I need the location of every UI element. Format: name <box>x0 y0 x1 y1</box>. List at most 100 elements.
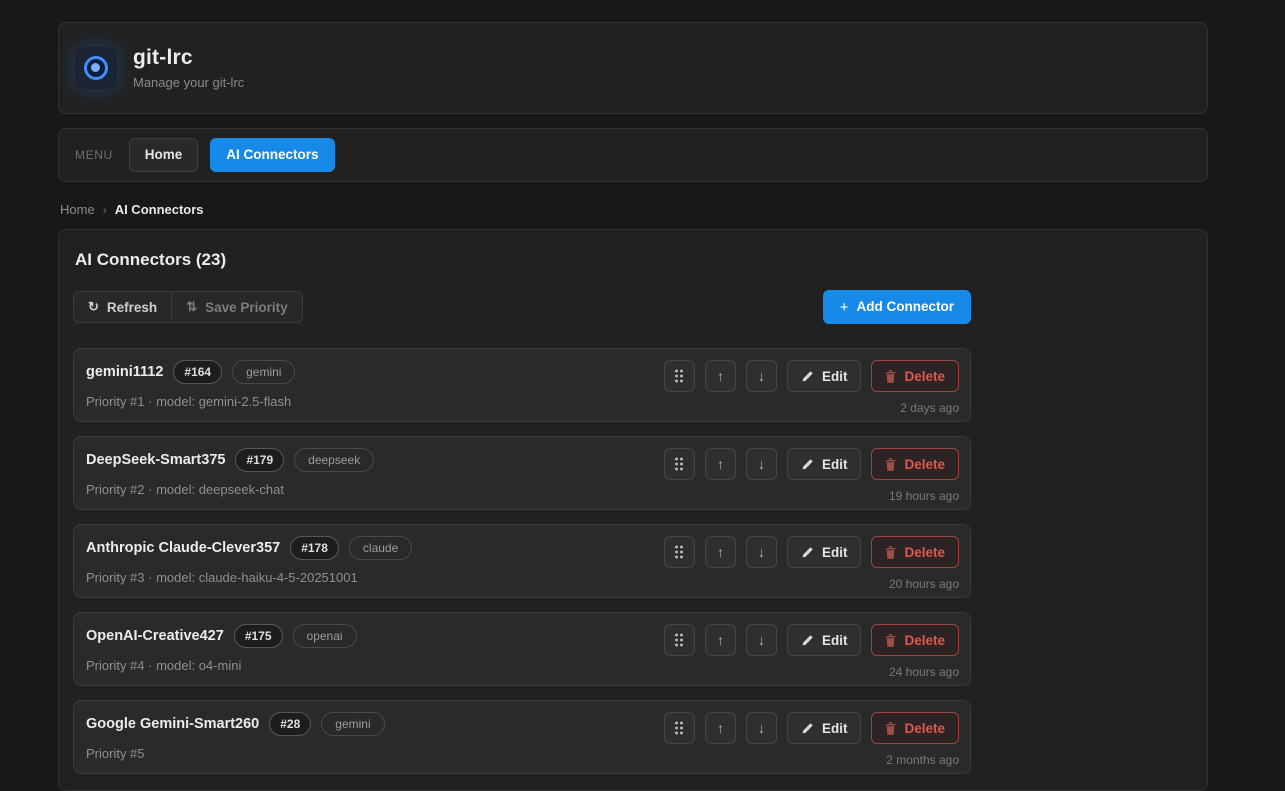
edit-button-label: Edit <box>822 369 848 384</box>
logo-dot <box>91 63 100 72</box>
connector-updated-time: 19 hours ago <box>889 489 959 503</box>
move-up-button[interactable]: ↑ <box>705 536 736 568</box>
breadcrumb-separator-icon: › <box>103 203 107 217</box>
drag-handle[interactable] <box>664 360 695 392</box>
move-up-button[interactable]: ↑ <box>705 712 736 744</box>
connector-actions: ↑ ↓ Edit <box>664 624 959 656</box>
connector-id-badge: #178 <box>290 536 339 560</box>
connector-tag-badge: deepseek <box>294 448 374 472</box>
sort-arrows-icon: ⇅ <box>186 299 197 315</box>
breadcrumb-current: AI Connectors <box>115 202 204 217</box>
drag-dots-icon <box>674 633 684 647</box>
move-down-button[interactable]: ↓ <box>746 712 777 744</box>
connector-title-line: gemini1112 #164 gemini <box>86 360 295 384</box>
refresh-icon: ↻ <box>88 299 99 315</box>
connector-updated-time: 20 hours ago <box>889 577 959 591</box>
drag-handle[interactable] <box>664 712 695 744</box>
edit-button[interactable]: Edit <box>787 448 862 480</box>
edit-button[interactable]: Edit <box>787 360 862 392</box>
trash-icon <box>885 458 896 471</box>
pencil-icon <box>801 722 814 735</box>
add-connector-button-label: Add Connector <box>857 300 955 314</box>
connector-actions-column: ↑ ↓ Edit <box>664 624 959 685</box>
nav-tab-ai-connectors[interactable]: AI Connectors <box>210 138 334 172</box>
connector-tag-badge: gemini <box>321 712 384 736</box>
connector-list: gemini1112 #164 gemini Priority #1 · mod… <box>73 348 971 774</box>
move-down-button[interactable]: ↓ <box>746 624 777 656</box>
connector-title-line: Anthropic Claude-Clever357 #178 claude <box>86 536 412 560</box>
delete-button[interactable]: Delete <box>871 536 959 568</box>
nav-tab-home[interactable]: Home <box>129 138 199 172</box>
connector-row: gemini1112 #164 gemini Priority #1 · mod… <box>73 348 971 422</box>
delete-button[interactable]: Delete <box>871 448 959 480</box>
connector-name: DeepSeek-Smart375 <box>86 452 225 468</box>
move-up-button[interactable]: ↑ <box>705 624 736 656</box>
connector-actions: ↑ ↓ Edit <box>664 536 959 568</box>
connector-info: Anthropic Claude-Clever357 #178 claude P… <box>86 536 412 597</box>
move-down-button[interactable]: ↓ <box>746 448 777 480</box>
connector-updated-time: 24 hours ago <box>889 665 959 679</box>
connector-meta: Priority #5 <box>86 746 385 761</box>
connector-actions-column: ↑ ↓ Edit <box>664 360 959 421</box>
trash-icon <box>885 370 896 383</box>
delete-button-label: Delete <box>904 721 945 736</box>
drag-handle[interactable] <box>664 536 695 568</box>
toolbar-button-group: ↻ Refresh ⇅ Save Priority <box>73 291 303 323</box>
edit-button[interactable]: Edit <box>787 624 862 656</box>
panel-content: ↻ Refresh ⇅ Save Priority + Add Connecto… <box>73 290 971 774</box>
connector-id-badge: #179 <box>235 448 284 472</box>
move-down-button[interactable]: ↓ <box>746 360 777 392</box>
pencil-icon <box>801 458 814 471</box>
page: git-lrc Manage your git-lrc MENU Home AI… <box>0 0 1208 791</box>
breadcrumb: Home › AI Connectors <box>60 202 1206 217</box>
delete-button[interactable]: Delete <box>871 624 959 656</box>
panel-title: AI Connectors (23) <box>75 250 1193 270</box>
refresh-button-label: Refresh <box>107 300 157 315</box>
delete-button[interactable]: Delete <box>871 360 959 392</box>
save-priority-button[interactable]: ⇅ Save Priority <box>171 291 302 323</box>
down-arrow-icon: ↓ <box>758 720 765 736</box>
connector-meta: Priority #3 · model: claude-haiku-4-5-20… <box>86 570 412 585</box>
connector-title-line: Google Gemini-Smart260 #28 gemini <box>86 712 385 736</box>
edit-button[interactable]: Edit <box>787 536 862 568</box>
trash-icon <box>885 546 896 559</box>
edit-button-label: Edit <box>822 633 848 648</box>
trash-icon <box>885 634 896 647</box>
move-up-button[interactable]: ↑ <box>705 360 736 392</box>
up-arrow-icon: ↑ <box>717 456 724 472</box>
edit-button[interactable]: Edit <box>787 712 862 744</box>
move-down-button[interactable]: ↓ <box>746 536 777 568</box>
add-connector-button[interactable]: + Add Connector <box>823 290 971 324</box>
connector-name: Anthropic Claude-Clever357 <box>86 540 280 556</box>
connector-tag-badge: claude <box>349 536 412 560</box>
panel-toolbar: ↻ Refresh ⇅ Save Priority + Add Connecto… <box>73 290 971 324</box>
connector-meta: Priority #4 · model: o4-mini <box>86 658 357 673</box>
nav-tab-home-label: Home <box>145 148 183 162</box>
connector-row: Google Gemini-Smart260 #28 gemini Priori… <box>73 700 971 774</box>
connector-id-badge: #164 <box>173 360 222 384</box>
connector-name: gemini1112 <box>86 364 163 380</box>
breadcrumb-home-link[interactable]: Home <box>60 202 95 217</box>
connector-actions: ↑ ↓ Edit <box>664 712 959 744</box>
refresh-button[interactable]: ↻ Refresh <box>73 291 172 323</box>
down-arrow-icon: ↓ <box>758 368 765 384</box>
connector-actions-column: ↑ ↓ Edit <box>664 712 959 773</box>
menu-label: MENU <box>75 148 113 162</box>
delete-button-label: Delete <box>904 545 945 560</box>
move-up-button[interactable]: ↑ <box>705 448 736 480</box>
drag-handle[interactable] <box>664 448 695 480</box>
delete-button-label: Delete <box>904 369 945 384</box>
header-text: git-lrc Manage your git-lrc <box>133 46 244 90</box>
delete-button[interactable]: Delete <box>871 712 959 744</box>
connector-title-line: OpenAI-Creative427 #175 openai <box>86 624 357 648</box>
trash-icon <box>885 722 896 735</box>
edit-button-label: Edit <box>822 457 848 472</box>
plus-icon: + <box>840 300 849 315</box>
connector-updated-time: 2 days ago <box>900 401 959 415</box>
pencil-icon <box>801 370 814 383</box>
drag-handle[interactable] <box>664 624 695 656</box>
connector-meta: Priority #1 · model: gemini-2.5-flash <box>86 394 295 409</box>
connector-row: DeepSeek-Smart375 #179 deepseek Priority… <box>73 436 971 510</box>
nav-tab-ai-connectors-label: AI Connectors <box>226 148 318 162</box>
connector-updated-time: 2 months ago <box>886 753 959 767</box>
